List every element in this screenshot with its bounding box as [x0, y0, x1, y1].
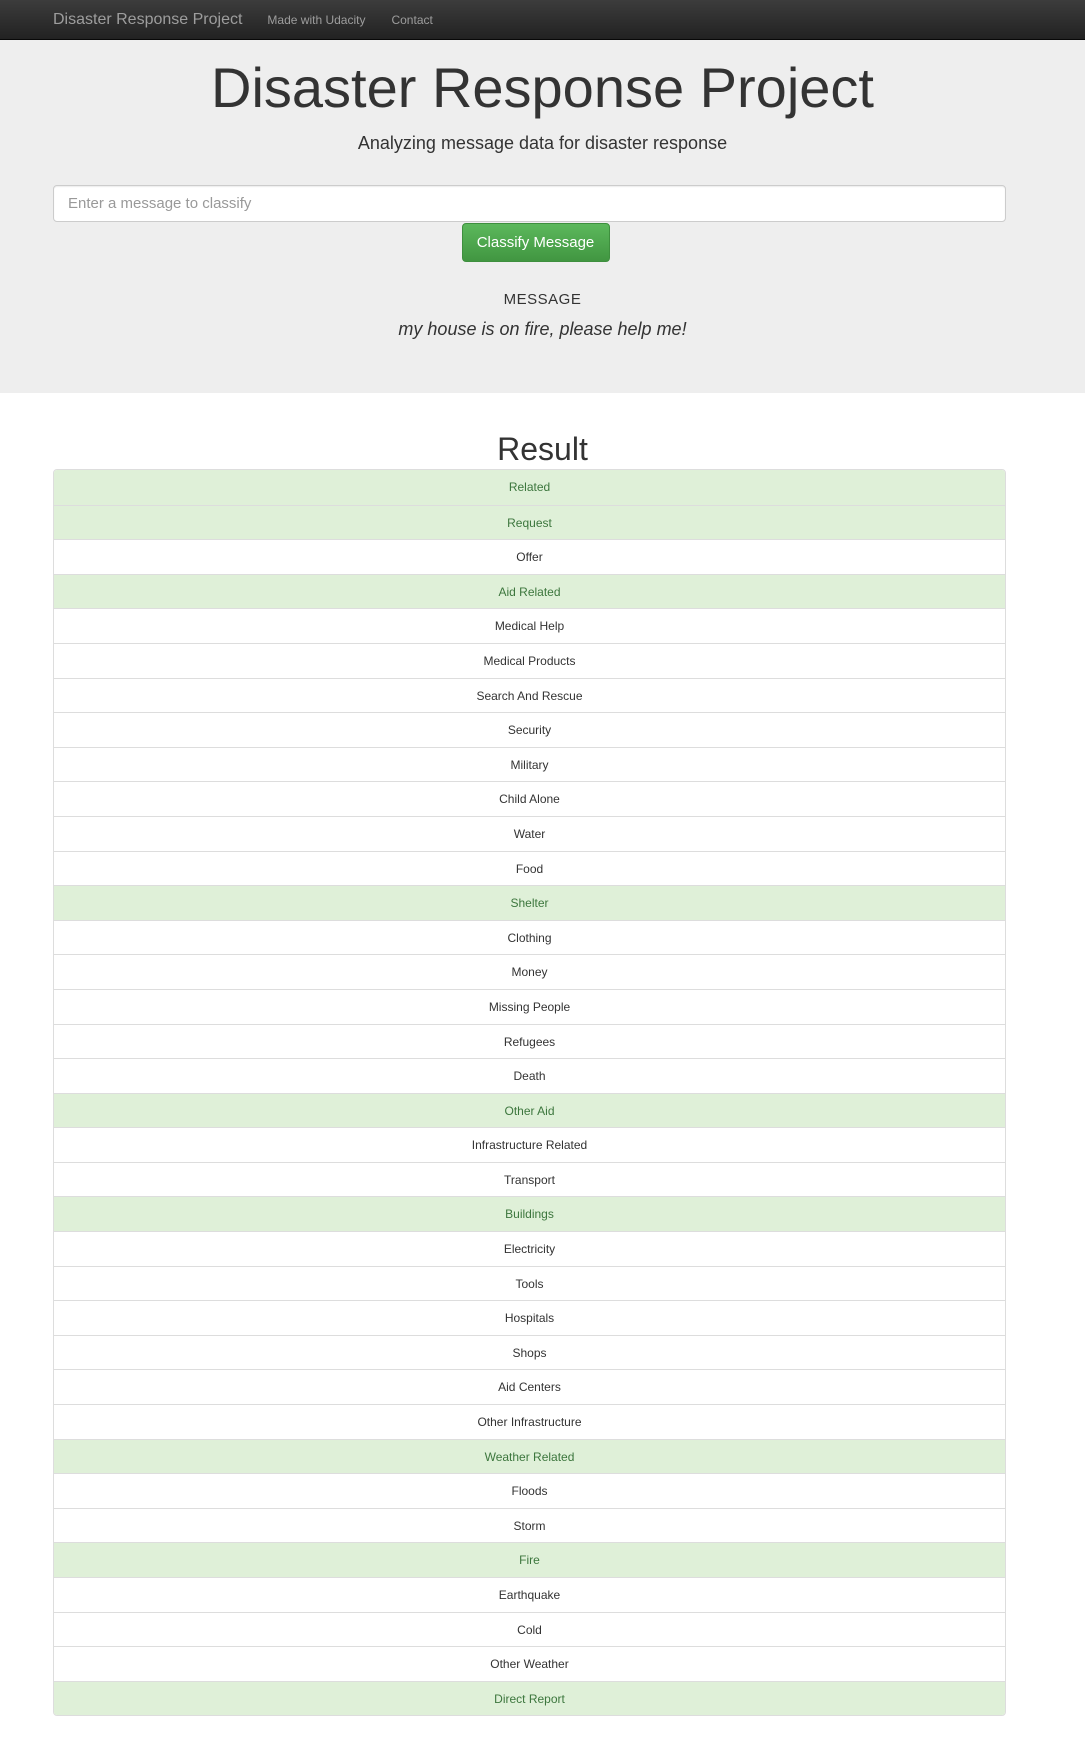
result-item: Buildings [54, 1196, 1005, 1232]
result-item: Security [54, 712, 1005, 747]
message-text: my house is on fire, please help me! [398, 319, 687, 339]
message-heading: MESSAGE [503, 291, 582, 308]
result-item: Hospitals [54, 1300, 1005, 1335]
result-item: Transport [54, 1161, 1005, 1197]
result-title: Result [497, 431, 588, 467]
page-subtitle: Analyzing message data for disaster resp… [357, 133, 728, 153]
page-title: Disaster Response Project [211, 56, 874, 119]
result-item: Military [54, 746, 1005, 782]
result-item: Earthquake [54, 1577, 1005, 1612]
classify-message-button[interactable]: Classify Message [461, 223, 610, 262]
result-item: Money [54, 954, 1005, 989]
result-item: Refugees [54, 1023, 1005, 1059]
nav-link-contact[interactable]: Contact [391, 13, 432, 27]
result-item: Storm [54, 1507, 1005, 1543]
result-item: Other Infrastructure [54, 1404, 1005, 1439]
result-item: Direct Report [54, 1680, 1005, 1716]
result-item: Related [54, 470, 1005, 505]
result-item: Death [54, 1058, 1005, 1093]
result-item: Medical Help [54, 608, 1005, 643]
navbar: Disaster Response Project Made with Udac… [0, 0, 1085, 40]
result-item: Clothing [54, 919, 1005, 955]
result-item: Water [54, 815, 1005, 851]
result-item: Food [54, 850, 1005, 886]
result-list: Related Request Offer Aid Related Medical He… [53, 469, 1006, 1717]
result-item: Missing People [54, 988, 1005, 1024]
navbar-brand[interactable]: Disaster Response Project [53, 11, 242, 29]
result-item: Tools [54, 1265, 1005, 1301]
result-item: Medical Products [54, 642, 1005, 678]
message-input[interactable] [53, 185, 1006, 222]
result-item: Fire [54, 1542, 1005, 1577]
result-item: Other Weather [54, 1646, 1005, 1681]
result-item: Other Aid [54, 1092, 1005, 1128]
result-item: Shops [54, 1334, 1005, 1370]
result-section: Result Related Request Offer Aid Related Med… [0, 393, 1085, 1717]
result-item: Child Alone [54, 781, 1005, 816]
result-item: Aid Related [54, 573, 1005, 609]
result-item: Cold [54, 1611, 1005, 1647]
result-item: Shelter [54, 885, 1005, 920]
result-item: Request [54, 504, 1005, 540]
result-item: Floods [54, 1473, 1005, 1508]
result-item: Electricity [54, 1231, 1005, 1266]
nav-link-made-with-udacity[interactable]: Made with Udacity [267, 13, 365, 27]
result-item: Search And Rescue [54, 677, 1005, 713]
result-item: Aid Centers [54, 1369, 1005, 1405]
result-item: Offer [54, 539, 1005, 574]
result-item: Weather Related [54, 1438, 1005, 1474]
jumbotron: Disaster Response Project Analyzing mess… [0, 40, 1085, 393]
result-item: Infrastructure Related [54, 1127, 1005, 1162]
